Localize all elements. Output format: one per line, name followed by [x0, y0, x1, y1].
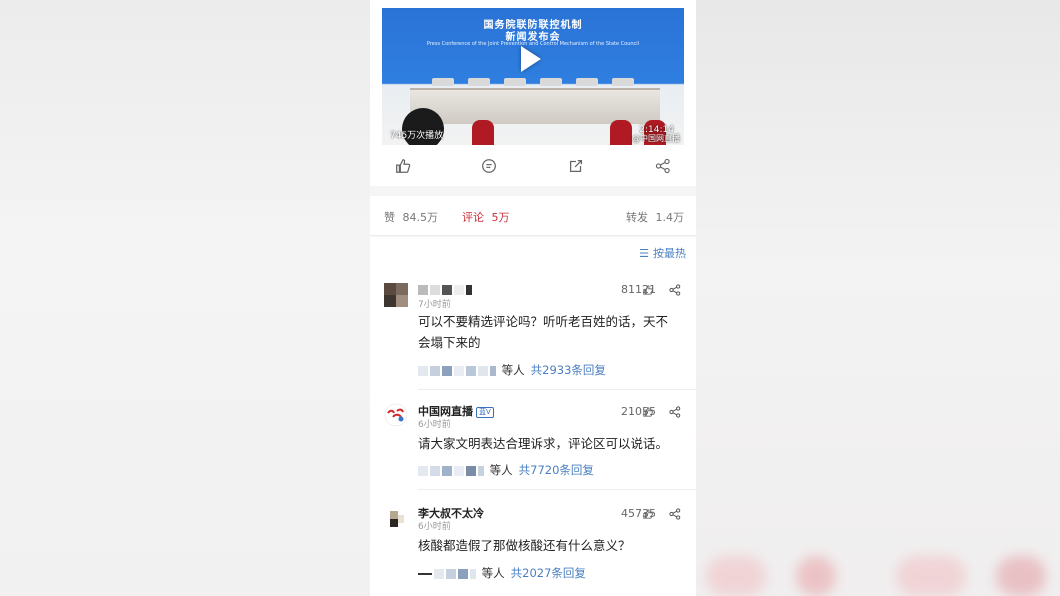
repost-icon[interactable] [567, 157, 585, 175]
sort-icon: ☰ [639, 247, 649, 260]
comment-divider [418, 489, 696, 490]
verified-badge: 蓝V [476, 406, 494, 418]
comment-item: 中国网直播 蓝V 6小时前 21055 请大家文明表达合理诉求，评论区可以说话。 … [370, 397, 696, 497]
video-card: 国务院联防联控机制 新闻发布会 Press Conference of the … [370, 0, 696, 186]
reply-summary[interactable]: 等人 共7720条回复 [418, 462, 594, 478]
avatar[interactable] [384, 283, 408, 307]
like-stat-count: 84.5万 [402, 211, 439, 224]
like-stat[interactable]: 赞 84.5万 [384, 209, 438, 225]
comment-time: 6小时前 [418, 420, 451, 430]
thumbs-up-icon[interactable] [642, 508, 654, 520]
comment-icon[interactable] [480, 157, 498, 175]
avatar[interactable] [384, 507, 408, 531]
comment-list: ☰ 按最热 7小时前 81121 可以不要精选评论吗？听听老百姓的话，天不会塌下… [370, 237, 696, 596]
reply-count-link[interactable]: 共2027条回复 [511, 566, 586, 580]
video-player[interactable]: 国务院联防联控机制 新闻发布会 Press Conference of the … [382, 8, 684, 145]
repost-stat-count: 1.4万 [655, 211, 685, 224]
blurred-decoration [696, 536, 1060, 596]
share-icon[interactable] [654, 157, 672, 175]
like-stat-label: 赞 [384, 211, 395, 224]
thumbs-up-icon[interactable] [394, 157, 412, 175]
comment-time: 7小时前 [418, 300, 451, 310]
play-icon[interactable] [521, 46, 541, 72]
commenter-name[interactable] [418, 283, 474, 296]
video-watermark: @中国网直播 [632, 134, 680, 143]
comment-item: 7小时前 81121 可以不要精选评论吗？听听老百姓的话，天不会塌下来的 等人共… [370, 275, 696, 390]
share-icon[interactable] [668, 507, 682, 521]
share-icon[interactable] [668, 405, 682, 419]
blurred-background-left [0, 0, 370, 596]
sort-toggle[interactable]: ☰ 按最热 [639, 245, 686, 261]
comment-stat-tab[interactable]: 评论 5万 [462, 209, 510, 225]
thumbs-up-icon[interactable] [642, 406, 654, 418]
avatar[interactable] [384, 403, 408, 427]
repost-stat-label: 转发 [626, 211, 648, 224]
reply-suffix: 等人 [489, 463, 513, 477]
view-count: 745万次播放 [390, 131, 444, 141]
post-actions [370, 150, 696, 182]
reply-summary[interactable]: 等人 共2027条回复 [418, 565, 586, 581]
reply-count-link[interactable]: 共7720条回复 [519, 463, 594, 477]
reply-summary[interactable]: 等人 共2933条回复 [418, 362, 606, 378]
repost-stat[interactable]: 转发 1.4万 [626, 209, 684, 225]
comment-text: 可以不要精选评论吗？听听老百姓的话，天不会塌下来的 [418, 314, 669, 350]
comment-time: 6小时前 [418, 522, 451, 532]
comment-item: 李大叔不太冷 6小时前 45735 核酸都造假了那做核酸还有什么意义？ 等人 共2… [370, 499, 696, 596]
blurred-background-right [696, 0, 1060, 596]
thumbs-up-icon[interactable] [642, 284, 654, 296]
comment-text: 请大家文明表达合理诉求，评论区可以说话。 [418, 436, 669, 451]
reply-count-link[interactable]: 共2933条回复 [531, 363, 606, 377]
press-dais [410, 88, 660, 124]
comment-stat-label: 评论 [462, 211, 484, 224]
reply-suffix: 等人 [481, 566, 505, 580]
post-stats-bar: 赞 84.5万 评论 5万 转发 1.4万 [370, 196, 696, 236]
weibo-post-screen: 国务院联防联控机制 新闻发布会 Press Conference of the … [370, 0, 696, 596]
comment-text: 核酸都造假了那做核酸还有什么意义？ [418, 538, 631, 553]
share-icon[interactable] [668, 283, 682, 297]
reply-suffix: 等人 [501, 363, 525, 377]
comment-stat-count: 5万 [491, 211, 510, 224]
sort-label: 按最热 [653, 247, 686, 260]
comment-divider [418, 389, 696, 390]
